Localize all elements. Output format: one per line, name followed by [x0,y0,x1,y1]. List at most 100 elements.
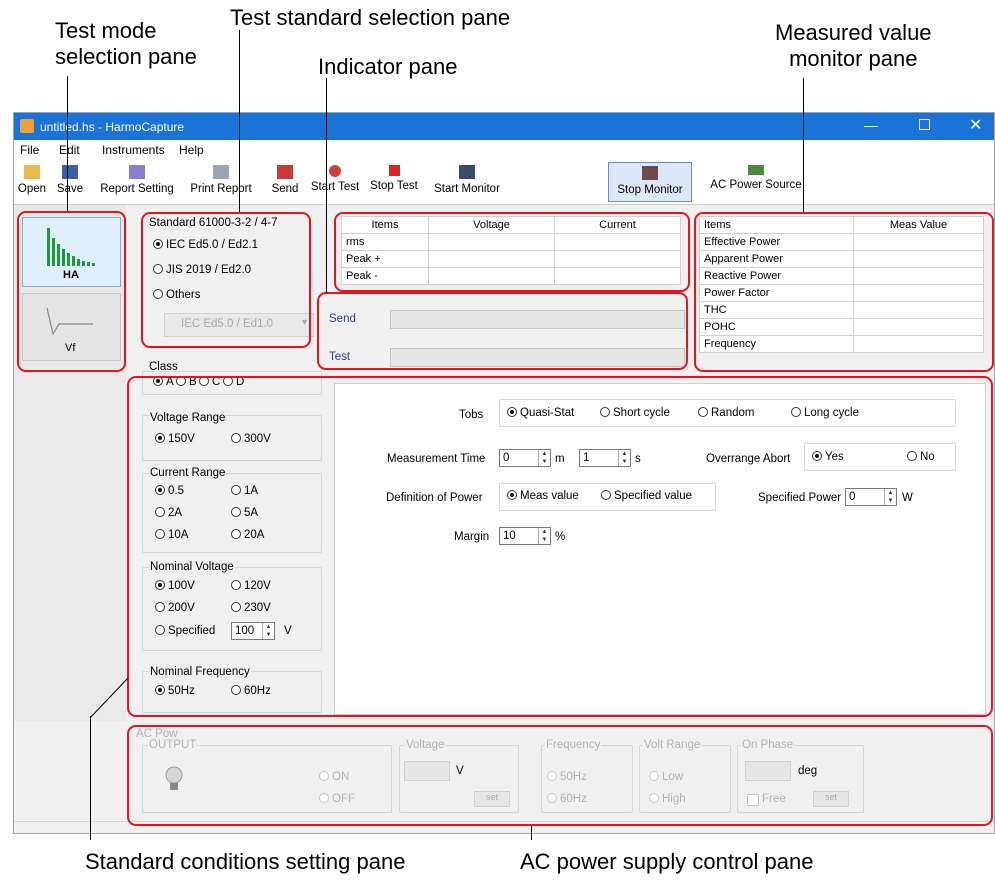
save-button[interactable]: Save [54,162,86,200]
maximize-icon[interactable] [919,119,930,130]
annotation-measured-value: Measured value monitor pane [775,20,932,71]
free-checkbox[interactable] [747,794,759,806]
voltage-set-button[interactable]: set [474,791,510,807]
power-meas-value[interactable]: Meas value [507,490,579,502]
table-row: Power Factor [699,284,984,302]
tobs-quasi-stat[interactable]: Quasi-Stat [507,407,574,419]
open-button[interactable]: Open [17,162,47,200]
lightbulb-icon [165,766,183,790]
standard-dropdown[interactable]: IEC Ed5.0 / Ed1.0 ▼ [164,313,314,337]
table-row: THC [699,301,984,319]
nominal-voltage-230[interactable]: 230V [231,602,271,614]
standard-radio-others[interactable]: Others [153,289,201,301]
volt-range-high[interactable]: High [649,793,686,805]
tobs-long-cycle[interactable]: Long cycle [791,407,859,419]
measurement-minutes-stepper[interactable]: 0 ▲ ▼ [499,449,551,467]
class-radio-d[interactable]: D [223,376,244,388]
tobs-short-cycle[interactable]: Short cycle [600,407,670,419]
ac-power-source-button[interactable]: AC Power Source [706,162,806,200]
overrange-yes[interactable]: Yes [812,451,844,463]
current-range-2a[interactable]: 2A [155,507,182,519]
watt-unit: W [902,492,913,504]
nominal-voltage-unit: V [284,625,292,637]
class-radio-c[interactable]: C [199,376,220,388]
vf-label: Vf [65,342,76,354]
voltage-range-300[interactable]: 300V [231,433,271,445]
start-monitor-button[interactable]: Start Monitor [427,162,507,200]
overrange-abort-label: Overrange Abort [706,453,791,465]
current-range-10a[interactable]: 10A [155,529,188,541]
voltage-label: Voltage [405,739,446,751]
power-specified-value[interactable]: Specified value [601,490,692,502]
close-icon[interactable]: ✕ [969,115,982,135]
ha-mode-button[interactable]: HA [22,217,121,287]
nominal-frequency-50[interactable]: 50Hz [155,685,195,697]
menu-edit[interactable]: Edit [59,143,80,157]
leader-standard-conditions-diagonal [89,677,129,719]
specified-power-stepper[interactable]: 0 ▲ ▼ [845,488,897,506]
definition-of-power-label: Definition of Power [386,492,483,504]
nominal-voltage-label: Nominal Voltage [149,561,235,573]
annotation-indicator: Indicator pane [318,54,458,79]
nominal-voltage-100[interactable]: 100V [155,580,195,592]
frequency-60[interactable]: 60Hz [547,793,587,805]
table-row: Peak - [341,267,681,285]
leader-test-mode [67,76,68,211]
frequency-label: Frequency [545,739,602,751]
leader-ac-power [531,826,532,840]
current-range-20a[interactable]: 20A [231,529,264,541]
current-range-label: Current Range [149,467,227,479]
stop-test-button[interactable]: Stop Test [368,162,420,200]
on-phase-set-button[interactable]: set [813,791,849,807]
minimize-icon[interactable]: — [864,117,878,133]
printer-icon [213,165,229,179]
monitor-table: Items Meas Value Effective Power Apparent… [699,216,984,353]
table-header: Meas Value [853,216,984,234]
nominal-voltage-stepper[interactable]: 100 ▲ ▼ [231,622,275,640]
menu-help[interactable]: Help [179,143,204,157]
current-range-05[interactable]: 0.5 [155,485,184,497]
tobs-random[interactable]: Random [698,407,754,419]
stop-monitor-button[interactable]: Stop Monitor [608,162,692,202]
start-test-button[interactable]: Start Test [307,162,363,200]
conditions-panel [334,383,986,715]
output-on[interactable]: ON [319,771,349,783]
measurement-seconds-stepper[interactable]: 1 ▲ ▼ [579,449,631,467]
nominal-voltage-specified[interactable]: Specified [155,625,215,637]
standard-radio-iec[interactable]: IEC Ed5.0 / Ed2.1 [153,239,258,251]
menu-file[interactable]: File [20,143,39,157]
on-phase-input[interactable] [745,761,791,781]
nominal-frequency-60[interactable]: 60Hz [231,685,271,697]
send-button[interactable]: Send [268,162,302,200]
print-report-button[interactable]: Print Report [186,162,256,200]
current-range-5a[interactable]: 5A [231,507,258,519]
measurement-table: Items Voltage Current rms Peak + Peak - [341,216,681,285]
title-bar: untitled.hs - HarmoCapture — ✕ [14,113,994,140]
standard-radio-jis[interactable]: JIS 2019 / Ed2.0 [153,264,251,276]
ha-chart-icon [47,228,95,266]
app-icon [20,119,34,133]
report-setting-button[interactable]: Report Setting [94,162,180,200]
free-label: Free [762,793,786,805]
overrange-no[interactable]: No [907,451,935,463]
seconds-unit: s [635,453,641,465]
margin-stepper[interactable]: 10 ▲ ▼ [499,527,551,545]
volt-range-low[interactable]: Low [649,771,683,783]
frequency-50[interactable]: 50Hz [547,771,587,783]
class-radio-b[interactable]: B [176,376,197,388]
voltage-input[interactable] [404,761,450,781]
current-range-1a[interactable]: 1A [231,485,258,497]
output-label: OUTPUT [148,739,198,751]
nominal-frequency-label: Nominal Frequency [149,666,251,678]
nominal-voltage-200[interactable]: 200V [155,602,195,614]
vf-mode-button[interactable]: Vf [22,293,121,361]
voltage-range-150[interactable]: 150V [155,433,195,445]
nominal-voltage-120[interactable]: 120V [231,580,271,592]
ac-power-icon [748,165,764,175]
output-off[interactable]: OFF [319,793,355,805]
voltage-range-label: Voltage Range [149,412,227,424]
measurement-time-label: Measurement Time [387,453,486,465]
class-radio-a[interactable]: A [153,376,174,388]
menu-instruments[interactable]: Instruments [102,143,165,157]
specified-power-label: Specified Power [758,492,842,504]
